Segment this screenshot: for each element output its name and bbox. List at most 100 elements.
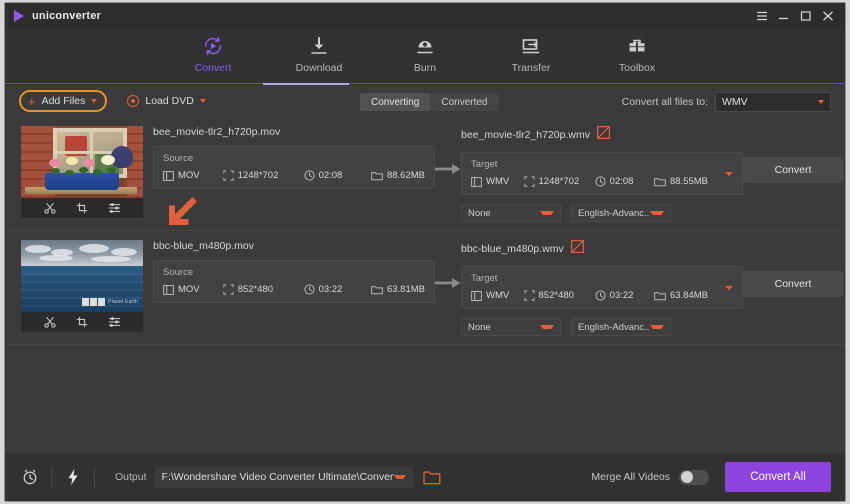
target-resolution: 852*480	[523, 290, 595, 301]
nav-label-transfer: Transfer	[511, 62, 551, 74]
source-size-value: 63.81MB	[386, 284, 425, 295]
conversion-arrow	[435, 126, 461, 212]
maximize-icon[interactable]	[796, 6, 816, 26]
source-info-box: Source MOV	[153, 260, 435, 303]
folder-icon	[654, 177, 666, 187]
target-settings-chevron-down-icon[interactable]	[725, 171, 733, 176]
format-select[interactable]: WMV	[715, 92, 831, 112]
subtitle-select[interactable]: None	[461, 204, 561, 222]
trim-icon[interactable]	[43, 202, 56, 214]
target-file-name-row: bee_movie-tlr2_h720p.wmv	[461, 126, 743, 144]
chevron-down-icon[interactable]	[199, 99, 206, 103]
clock-icon	[303, 170, 315, 181]
crop-icon[interactable]	[76, 202, 88, 214]
target-settings-chevron-down-icon[interactable]	[725, 285, 733, 290]
effect-icon[interactable]	[108, 316, 121, 328]
clock-icon	[303, 284, 315, 295]
menu-icon[interactable]	[752, 6, 772, 26]
target-file-name-row: bbc-blue_m480p.wmv	[461, 240, 743, 258]
source-duration-value: 02:08	[318, 170, 343, 181]
resolution-icon	[523, 290, 535, 301]
target-size: 63.84MB	[654, 290, 708, 301]
subtitle-select[interactable]: None	[461, 318, 561, 336]
audio-select[interactable]: English-Advanc...	[571, 204, 671, 222]
merge-toggle[interactable]	[679, 469, 709, 485]
resolution-icon	[223, 170, 234, 181]
disc-icon	[127, 95, 140, 107]
resolution-icon	[523, 176, 535, 187]
target-size-value: 63.84MB	[669, 290, 708, 301]
annotation-arrow-icon	[163, 195, 199, 236]
subtitle-value: None	[468, 321, 491, 333]
thumbnail-container	[21, 126, 143, 218]
resolution-icon	[223, 284, 234, 295]
rename-icon[interactable]	[570, 240, 584, 258]
open-folder-button[interactable]	[422, 470, 441, 485]
source-panel: bbc-blue_m480p.mov Source MOV 852*480 03…	[153, 240, 435, 303]
subtitle-value: None	[468, 207, 491, 219]
target-duration-value: 02:08	[609, 176, 634, 187]
convert-button[interactable]: Convert	[743, 271, 843, 297]
nav-item-toolbox[interactable]: Toolbox	[605, 34, 669, 74]
target-size-value: 88.55MB	[669, 176, 708, 187]
merge-label: Merge All Videos	[591, 471, 670, 483]
nav-item-download[interactable]: Download	[287, 34, 351, 74]
source-resolution-value: 1248*702	[237, 170, 279, 181]
table-row[interactable]: bee_movie-tlr2_h720p.mov Source MOV 1248…	[5, 117, 845, 231]
source-size: 88.62MB	[371, 170, 425, 181]
bottom-bar: Output F:\Wondershare Video Converter Ul…	[5, 453, 845, 501]
target-panel: bbc-blue_m480p.wmv Target WMV 852*480 03…	[461, 240, 743, 336]
source-size-value: 88.62MB	[386, 170, 425, 181]
table-row[interactable]: Planet Earth bbc-blue_m480p.mov Source M…	[5, 231, 845, 345]
output-path-value: F:\Wondershare Video Converter Ultimate\…	[161, 471, 394, 483]
convert-all-label: Convert all files to:	[621, 96, 708, 108]
file-format-icon	[163, 284, 174, 295]
schedule-icon[interactable]	[15, 462, 45, 492]
thumbnail-tools	[21, 312, 143, 332]
nav-label-convert: Convert	[194, 62, 232, 74]
tab-converted[interactable]: Converted	[430, 93, 499, 111]
nav-item-burn[interactable]: Burn	[393, 34, 457, 74]
source-panel: bee_movie-tlr2_h720p.mov Source MOV 1248…	[153, 126, 435, 189]
audio-select[interactable]: English-Advanc...	[571, 318, 671, 336]
nav-item-transfer[interactable]: Transfer	[499, 34, 563, 74]
add-files-label: Add Files	[41, 95, 86, 107]
target-panel: bee_movie-tlr2_h720p.wmv Target WMV 1248…	[461, 126, 743, 222]
row-convert-container: Convert	[743, 117, 845, 183]
source-format-value: MOV	[178, 170, 200, 181]
close-icon[interactable]	[818, 6, 838, 26]
divider	[94, 467, 95, 487]
source-size: 63.81MB	[371, 284, 425, 295]
effect-icon[interactable]	[108, 202, 121, 214]
video-thumbnail[interactable]: Planet Earth	[21, 240, 143, 312]
convert-button[interactable]: Convert	[743, 157, 843, 183]
file-format-icon	[163, 170, 174, 181]
load-dvd-label: Load DVD	[145, 95, 194, 107]
target-title: Target	[471, 159, 498, 170]
divider	[51, 467, 52, 487]
thumbnail-container: Planet Earth	[21, 240, 143, 332]
merge-group: Merge All Videos	[591, 469, 709, 485]
chevron-down-icon	[540, 325, 554, 329]
crop-icon[interactable]	[76, 316, 88, 328]
source-resolution-value: 852*480	[237, 284, 274, 295]
source-title: Source	[163, 153, 194, 164]
chevron-down-icon[interactable]	[91, 99, 98, 103]
minimize-icon[interactable]	[774, 6, 794, 26]
hardware-acceleration-icon[interactable]	[58, 462, 88, 492]
add-files-button[interactable]: + Add Files	[19, 90, 108, 112]
load-dvd-button[interactable]: Load DVD	[127, 95, 206, 107]
video-thumbnail[interactable]	[21, 126, 143, 198]
convert-all-button[interactable]: Convert All	[725, 462, 831, 492]
target-duration: 02:08	[595, 176, 654, 187]
rename-icon[interactable]	[597, 126, 610, 144]
target-duration: 03:22	[595, 290, 654, 301]
nav-item-convert[interactable]: Convert	[181, 34, 245, 74]
tab-converting[interactable]: Converting	[360, 93, 431, 111]
source-info-box: Source MOV	[153, 146, 435, 189]
trim-icon[interactable]	[43, 316, 56, 328]
chevron-down-icon	[540, 211, 554, 215]
chevron-down-icon[interactable]	[393, 475, 406, 479]
source-file-name: bbc-blue_m480p.mov	[153, 240, 254, 252]
output-path-input[interactable]: F:\Wondershare Video Converter Ultimate\…	[154, 466, 413, 488]
